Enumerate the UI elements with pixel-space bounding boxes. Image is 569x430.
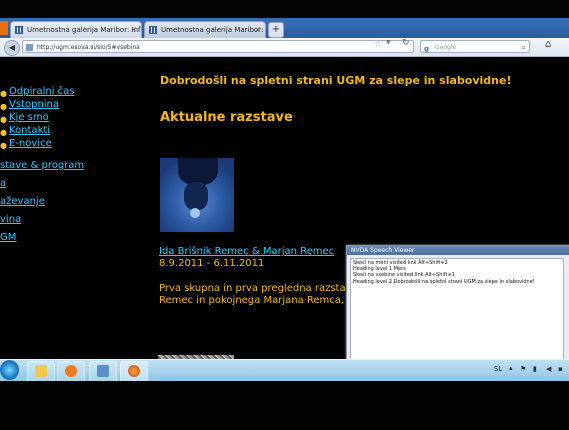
nvda-title: NVDA Speech Viewer — [351, 247, 415, 254]
exhibition-description-line2: Remec in pokojnega Marjana Remca, je — [159, 295, 357, 306]
nav-link-razvazevanje[interactable]: aževanje — [0, 196, 45, 207]
start-button[interactable] — [0, 360, 19, 380]
home-icon[interactable]: ⌂ — [545, 39, 551, 50]
taskbar-firefox-icon[interactable] — [120, 361, 148, 382]
windows-taskbar: SL ▴ ⚑ ▮ ◀ ▪ — [0, 359, 569, 382]
nvda-speech-log[interactable]: Skoči na meni visited link Alt+Shift+2 H… — [350, 258, 564, 367]
reload-icon[interactable]: ↻ — [402, 38, 410, 48]
close-tab-icon[interactable]: × — [130, 22, 137, 38]
tab-strip: Umetnostna galerija Maribor: Info × Umet… — [0, 18, 569, 38]
menu-link-kontakti[interactable]: Kontakti — [9, 125, 50, 136]
url-text: http://ugm.esova.si/slo/5#vsebina — [37, 44, 140, 51]
tab-umetnostna-galerija-2[interactable]: Umetnostna galerija Maribor: Info × — [144, 21, 266, 38]
taskbar-media-player-icon[interactable] — [57, 361, 85, 382]
menu-link-odpiralni-cas[interactable]: Odpiralni čas — [9, 86, 75, 97]
bullet-icon: ● — [0, 115, 7, 124]
google-icon: g — [424, 45, 430, 53]
nvda-speech-viewer-window[interactable]: NVDA Speech Viewer Skoči na meni visited… — [346, 245, 569, 373]
tab-umetnostna-galerija-1[interactable]: Umetnostna galerija Maribor: Info × — [10, 21, 142, 38]
bullet-icon: ● — [0, 102, 7, 111]
menu-link-kje-smo[interactable]: Kje smo — [9, 112, 49, 123]
nav-link-razstave-program[interactable]: stave & program — [0, 160, 84, 171]
bullet-icon: ● — [0, 89, 7, 98]
welcome-heading: Dobrodošli na spletni strani UGM za slep… — [160, 74, 512, 87]
exhibition-description-line1: Prva skupna in prva pregledna razstava — [159, 283, 358, 294]
show-hidden-icons-icon[interactable]: ▴ — [509, 364, 513, 372]
tab-label: Umetnostna galerija Maribor: Info — [27, 26, 142, 34]
menu-link-e-novice[interactable]: E-novice — [9, 138, 52, 149]
new-tab-button[interactable]: + — [268, 22, 284, 38]
monitor-bezel — [0, 381, 569, 430]
search-icon[interactable]: ⌕ — [522, 41, 526, 54]
search-placeholder: Google — [435, 44, 457, 51]
nav-link-ugm[interactable]: GM — [0, 232, 16, 243]
site-favicon-icon — [15, 26, 23, 34]
tab-label: Umetnostna galerija Maribor: Info — [161, 26, 265, 34]
bullet-icon: ● — [0, 141, 7, 150]
nav-link-a[interactable]: a — [0, 178, 6, 189]
search-bar[interactable]: g Google ⌕ — [420, 40, 530, 53]
bullet-icon: ● — [0, 128, 7, 137]
menu-link-vstopnina[interactable]: Vstopnina — [9, 99, 59, 110]
volume-icon[interactable]: ◀ — [546, 365, 551, 373]
site-favicon-icon — [149, 26, 157, 34]
clock-icon[interactable]: ▪ — [558, 365, 563, 373]
section-title: Aktualne razstave — [160, 110, 293, 125]
bookmark-star-icon[interactable]: ☆ — [374, 39, 381, 48]
flag-icon[interactable]: ⚑ — [520, 365, 526, 373]
taskbar-explorer-icon[interactable] — [27, 361, 55, 382]
url-bar[interactable]: http://ugm.esova.si/slo/5#vsebina — [22, 40, 414, 53]
url-favicon-icon — [26, 44, 33, 51]
nav-link-vina[interactable]: vina — [0, 214, 21, 225]
speech-line: Heading level 2 Dobrodošli na spletni st… — [353, 278, 535, 285]
exhibition-image[interactable] — [160, 158, 234, 232]
monitor-screen: Umetnostna galerija Maribor: Info × Umet… — [0, 18, 569, 380]
network-icon[interactable]: ▮ — [533, 365, 537, 373]
back-icon[interactable]: ◀ — [4, 40, 20, 56]
firefox-menu-button[interactable] — [0, 21, 8, 35]
language-indicator[interactable]: SL — [494, 365, 502, 373]
taskbar-app-icon[interactable] — [89, 361, 117, 382]
navigation-bar: ◀ http://ugm.esova.si/slo/5#vsebina ☆ ▼ … — [0, 38, 569, 57]
history-dropdown-icon[interactable]: ▼ — [386, 39, 391, 46]
exhibition-dates: 8.9.2011 - 6.11.2011 — [159, 258, 265, 269]
close-tab-icon[interactable]: × — [254, 22, 261, 38]
exhibition-title-link[interactable]: Ida Brišnik Remec & Marjan Remec — [159, 246, 334, 257]
